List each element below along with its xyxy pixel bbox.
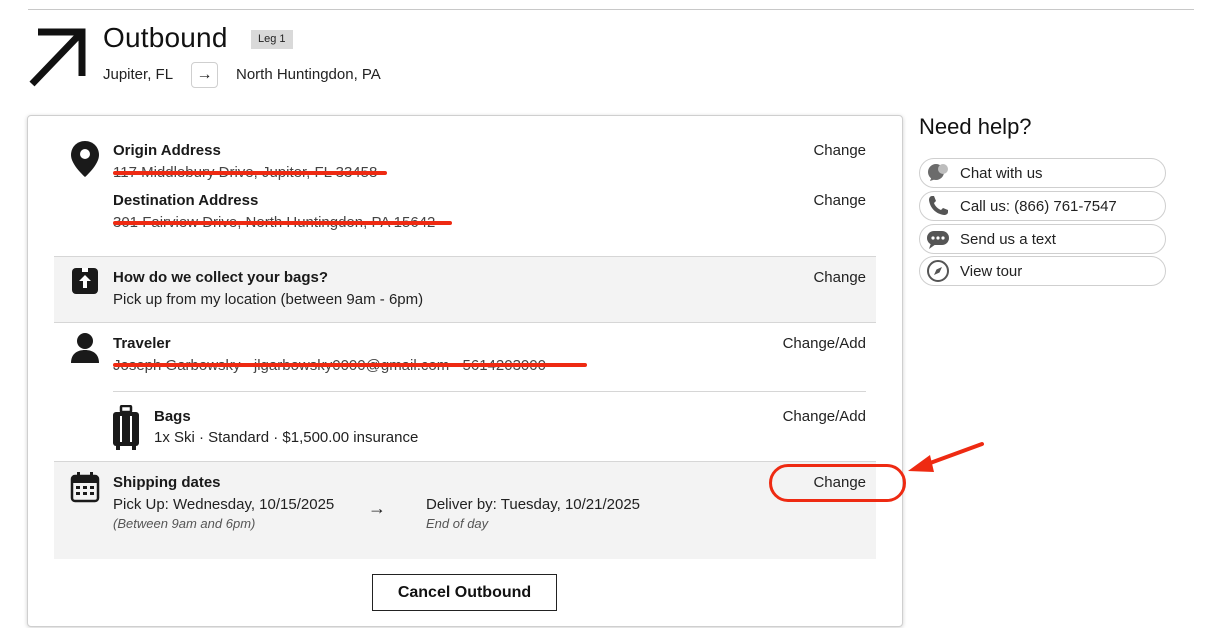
help-item-label: Send us a text xyxy=(960,230,1056,248)
shipping-dates-label: Shipping dates xyxy=(113,474,221,491)
outbound-summary-card: Origin Address 117 Middlebury Drive, Jup… xyxy=(27,115,903,627)
calendar-icon xyxy=(70,472,100,503)
pickup-window-note: (Between 9am and 6pm) xyxy=(113,516,256,531)
divider xyxy=(54,461,876,462)
collect-bags-change-link[interactable]: Change xyxy=(813,269,866,286)
location-pin-icon xyxy=(71,141,99,177)
person-icon xyxy=(71,333,99,363)
bags-label: Bags xyxy=(154,408,191,425)
destination-change-link[interactable]: Change xyxy=(813,192,866,209)
route-destination: North Huntingdon, PA xyxy=(236,66,381,83)
bags-value: 1x Ski · Standard · $1,500.00 insurance xyxy=(154,429,419,446)
deliver-note: End of day xyxy=(426,516,489,531)
cancel-outbound-button[interactable]: Cancel Outbound xyxy=(372,574,557,611)
chat-bubble-icon xyxy=(926,161,950,185)
annotation-arrow-icon xyxy=(908,442,984,472)
send-text-button[interactable]: Send us a text xyxy=(919,224,1166,254)
need-help-heading: Need help? xyxy=(919,114,1032,139)
page-title: Outbound xyxy=(103,22,228,53)
leg-badge: Leg 1 xyxy=(251,30,293,49)
divider xyxy=(54,256,876,257)
origin-address-label: Origin Address xyxy=(113,142,221,159)
collect-bags-value: Pick up from my location (between 9am - … xyxy=(113,291,424,308)
divider xyxy=(54,322,876,323)
redaction-line xyxy=(113,221,452,225)
help-item-label: View tour xyxy=(960,262,1023,280)
origin-change-link[interactable]: Change xyxy=(813,142,866,159)
route-arrow-icon: → xyxy=(191,62,218,88)
redaction-line xyxy=(113,171,387,175)
destination-address-label: Destination Address xyxy=(113,192,259,209)
pickup-date: Pick Up: Wednesday, 10/15/2025 xyxy=(113,496,335,513)
traveler-change-link[interactable]: Change/Add xyxy=(783,335,866,352)
collect-bags-label: How do we collect your bags? xyxy=(113,269,329,286)
call-us-button[interactable]: Call us: (866) 761-7547 xyxy=(919,191,1166,221)
view-tour-button[interactable]: View tour xyxy=(919,256,1166,286)
redaction-line xyxy=(113,363,587,367)
divider xyxy=(113,391,866,392)
chat-with-us-button[interactable]: Chat with us xyxy=(919,158,1166,188)
help-item-label: Call us: (866) 761-7547 xyxy=(960,197,1117,215)
text-message-icon xyxy=(926,227,950,251)
top-divider xyxy=(28,9,1194,10)
traveler-label: Traveler xyxy=(113,335,171,352)
highlight-ring xyxy=(769,464,906,502)
phone-icon xyxy=(926,194,950,218)
outbound-arrow-icon xyxy=(29,28,86,87)
route-origin: Jupiter, FL xyxy=(103,66,174,83)
luggage-icon xyxy=(113,405,139,450)
help-item-label: Chat with us xyxy=(960,164,1043,182)
deliver-by-date: Deliver by: Tuesday, 10/21/2025 xyxy=(426,496,641,513)
shipping-arrow-icon: → xyxy=(368,498,386,518)
bags-change-link[interactable]: Change/Add xyxy=(783,408,866,425)
pickup-box-icon xyxy=(72,268,98,294)
compass-icon xyxy=(926,259,950,283)
collect-bags-section xyxy=(54,256,876,322)
